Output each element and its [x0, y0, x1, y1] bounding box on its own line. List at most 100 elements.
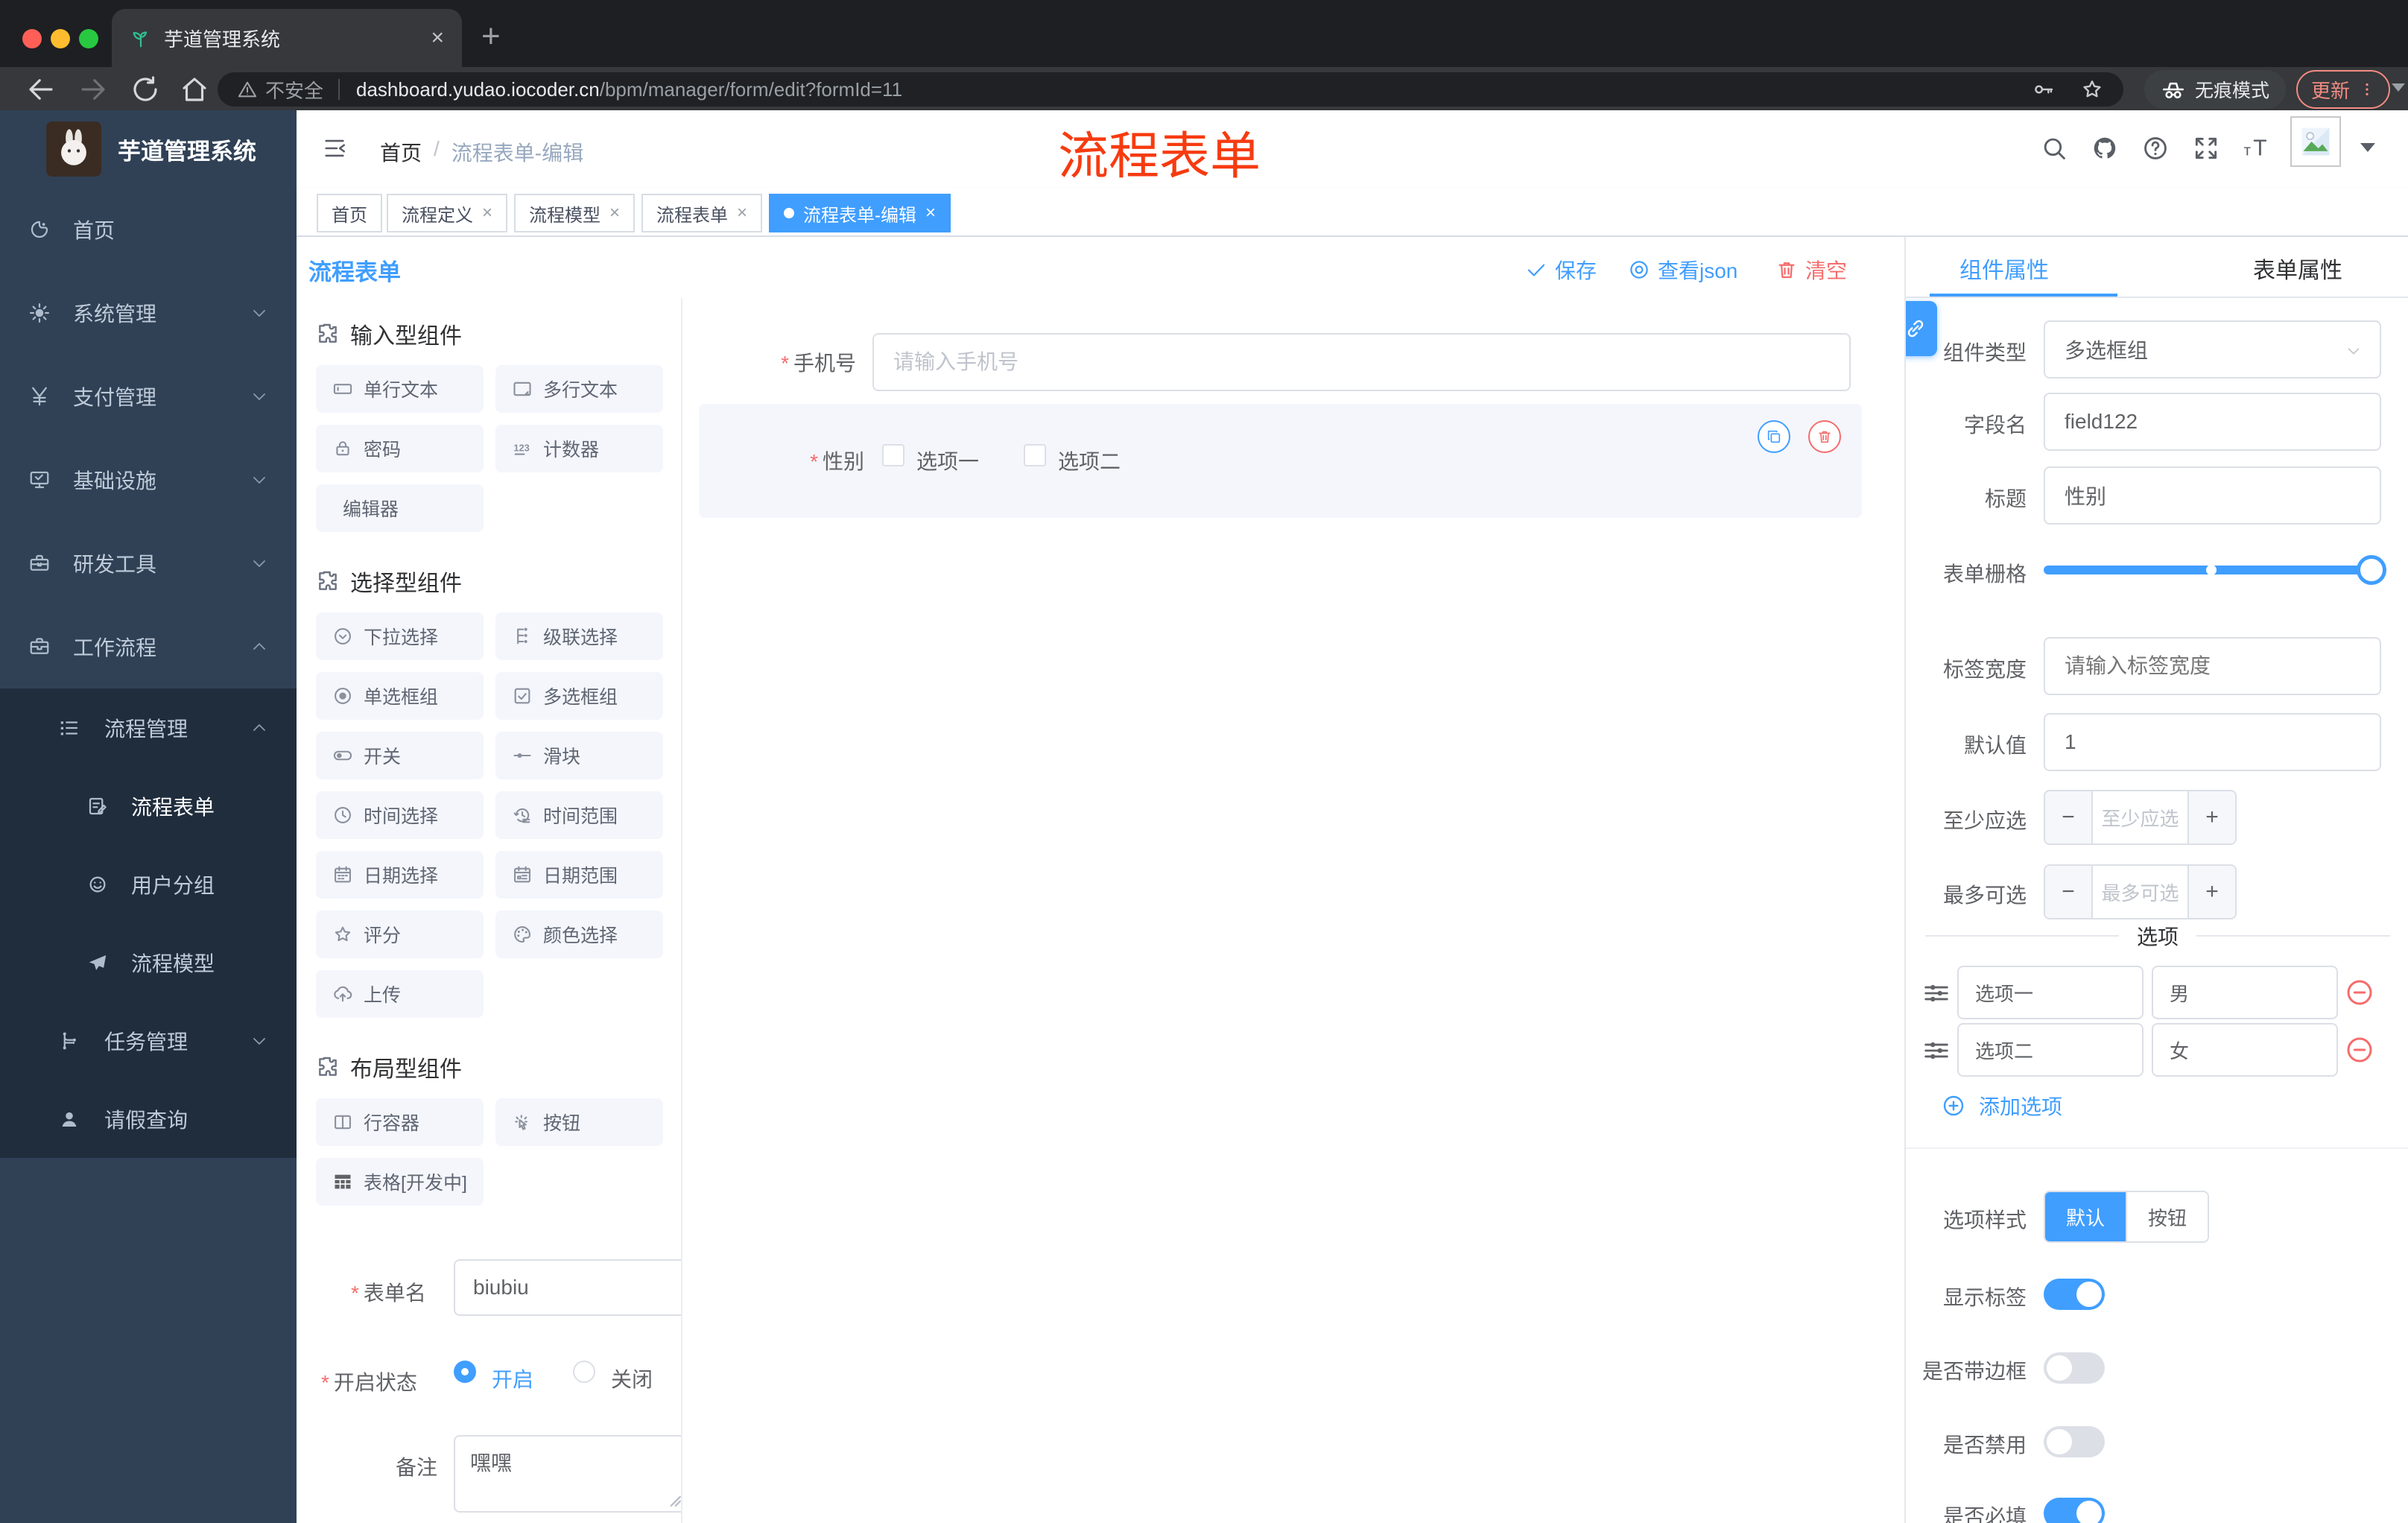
resize-grip-icon[interactable] [668, 1493, 682, 1508]
tab-component-props[interactable]: 组件属性 [1959, 252, 2049, 285]
palette-item-password[interactable]: 密码 [316, 425, 484, 472]
option-value-input[interactable] [2152, 966, 2338, 1019]
option-value-input[interactable] [2152, 1023, 2338, 1077]
plus-button[interactable]: + [2187, 791, 2235, 843]
palette-item-switch[interactable]: 开关 [316, 732, 484, 779]
url-bar[interactable]: 不安全 dashboard.yudao.iocoder.cn /bpm/mana… [218, 72, 2123, 107]
palette-item-color-picker[interactable]: 颜色选择 [495, 911, 663, 958]
close-window-button[interactable] [22, 29, 42, 48]
delete-component-button[interactable] [1808, 420, 1841, 453]
tab-form-props[interactable]: 表单属性 [2253, 252, 2342, 285]
browser-tab[interactable]: 芋道管理系统 × [112, 9, 462, 67]
tag-home[interactable]: 首页 [317, 194, 382, 232]
remark-textarea[interactable]: 嘿嘿 [454, 1435, 681, 1513]
sidebar-item-leave-query[interactable]: 请假查询 [0, 1080, 297, 1158]
radio-on-label[interactable]: 开启 [492, 1364, 533, 1393]
key-icon[interactable] [2031, 77, 2055, 101]
palette-item-cascader[interactable]: 级联选择 [495, 612, 663, 660]
palette-item-time-picker[interactable]: 时间选择 [316, 791, 484, 839]
bookmark-star-icon[interactable] [2080, 77, 2104, 101]
save-button[interactable]: 保存 [1525, 255, 1597, 285]
tag-close-icon[interactable]: × [737, 203, 747, 224]
forward-icon[interactable] [77, 74, 109, 105]
tab-close-icon[interactable]: × [431, 27, 444, 49]
tag-process-form-edit[interactable]: 流程表单-编辑 × [769, 194, 951, 232]
tag-process-model[interactable]: 流程模型 × [514, 194, 636, 232]
browser-menu-icon[interactable] [2359, 81, 2375, 98]
tag-process-form[interactable]: 流程表单 × [641, 194, 763, 232]
radio-off[interactable] [573, 1361, 595, 1383]
minus-button[interactable]: − [2045, 866, 2093, 918]
avatar[interactable] [2290, 116, 2341, 167]
sidebar-item-process-mgmt[interactable]: 流程管理 [0, 688, 297, 767]
palette-item-multi-text[interactable]: 多行文本 [495, 365, 663, 413]
palette-item-radio-group[interactable]: 单选框组 [316, 672, 484, 720]
remove-option-icon[interactable] [2345, 978, 2374, 1007]
chevron-down-icon[interactable] [2392, 83, 2405, 92]
tag-process-definition[interactable]: 流程定义 × [387, 194, 508, 232]
sidebar-item-task-mgmt[interactable]: 任务管理 [0, 1001, 297, 1080]
minimize-window-button[interactable] [51, 29, 70, 48]
sidebar-item-devtools[interactable]: 研发工具 [0, 522, 297, 605]
sidebar-item-workflow[interactable]: 工作流程 [0, 605, 297, 688]
checkbox-option2-label[interactable]: 选项二 [1058, 446, 1121, 475]
label-width-input[interactable] [2044, 637, 2381, 695]
palette-item-date-picker[interactable]: 日期选择 [316, 851, 484, 899]
component-type-select[interactable] [2044, 320, 2381, 379]
min-select-placeholder[interactable]: 至少应选 [2093, 791, 2187, 843]
brand-area[interactable]: 芋道管理系统 [0, 110, 297, 188]
palette-item-slider[interactable]: 滑块 [495, 732, 663, 779]
tag-close-icon[interactable]: × [925, 203, 936, 224]
sidebar-item-infra[interactable]: 基础设施 [0, 438, 297, 522]
sidebar-item-user-group[interactable]: 用户分组 [0, 845, 297, 923]
tag-close-icon[interactable]: × [609, 203, 620, 224]
add-option-button[interactable]: 添加选项 [1942, 1091, 2062, 1121]
palette-item-date-range[interactable]: 日期范围 [495, 851, 663, 899]
sidebar-item-process-model[interactable]: 流程模型 [0, 923, 297, 1001]
palette-item-table[interactable]: 表格[开发中] [316, 1158, 484, 1206]
sidebar-item-payment[interactable]: 支付管理 [0, 355, 297, 438]
form-grid-slider[interactable] [2044, 555, 2391, 585]
github-icon[interactable] [2091, 134, 2119, 162]
palette-item-single-text[interactable]: 单行文本 [316, 365, 484, 413]
new-tab-button[interactable]: + [481, 18, 501, 55]
palette-item-checkbox-group[interactable]: 多选框组 [495, 672, 663, 720]
sidebar-collapse-icon[interactable] [320, 136, 349, 161]
selected-component-gender[interactable]: 性别 选项一 选项二 [699, 404, 1862, 518]
font-size-icon[interactable] [2243, 134, 2271, 162]
drag-handle-icon[interactable] [1922, 979, 1951, 1007]
view-json-button[interactable]: 查看json [1628, 255, 1737, 285]
search-icon[interactable] [2040, 134, 2068, 162]
remove-option-icon[interactable] [2345, 1035, 2374, 1065]
help-icon[interactable] [2141, 134, 2170, 162]
palette-item-counter[interactable]: 计数器 [495, 425, 663, 472]
field-name-input[interactable] [2044, 393, 2381, 451]
duplicate-component-button[interactable] [1758, 420, 1790, 453]
minus-button[interactable]: − [2045, 791, 2093, 843]
palette-item-editor[interactable]: 编辑器 [316, 484, 484, 532]
back-icon[interactable] [25, 74, 57, 105]
palette-item-select[interactable]: 下拉选择 [316, 612, 484, 660]
palette-item-rate[interactable]: 评分 [316, 911, 484, 958]
phone-field-input[interactable] [872, 333, 1851, 391]
max-select-placeholder[interactable]: 最多可选 [2093, 866, 2187, 918]
fullscreen-icon[interactable] [2192, 134, 2220, 162]
checkbox-option1[interactable] [882, 444, 904, 466]
avatar-caret-icon[interactable] [2360, 143, 2375, 152]
home-icon[interactable] [179, 74, 210, 105]
required-switch[interactable] [2044, 1498, 2105, 1523]
maximize-window-button[interactable] [79, 29, 98, 48]
style-button-button[interactable]: 按钮 [2126, 1192, 2208, 1241]
disabled-switch[interactable] [2044, 1426, 2105, 1457]
palette-item-row-container[interactable]: 行容器 [316, 1098, 484, 1146]
palette-item-upload[interactable]: 上传 [316, 970, 484, 1018]
tag-close-icon[interactable]: × [482, 203, 492, 224]
update-button[interactable]: 更新 [2296, 70, 2390, 109]
breadcrumb-home[interactable]: 首页 [380, 137, 422, 167]
sidebar-item-home[interactable]: 首页 [0, 188, 297, 271]
option-label-input[interactable] [1957, 1023, 2144, 1077]
slider-handle[interactable] [2357, 555, 2386, 585]
palette-item-button[interactable]: 按钮 [495, 1098, 663, 1146]
palette-item-time-range[interactable]: 时间范围 [495, 791, 663, 839]
style-default-button[interactable]: 默认 [2045, 1192, 2126, 1241]
